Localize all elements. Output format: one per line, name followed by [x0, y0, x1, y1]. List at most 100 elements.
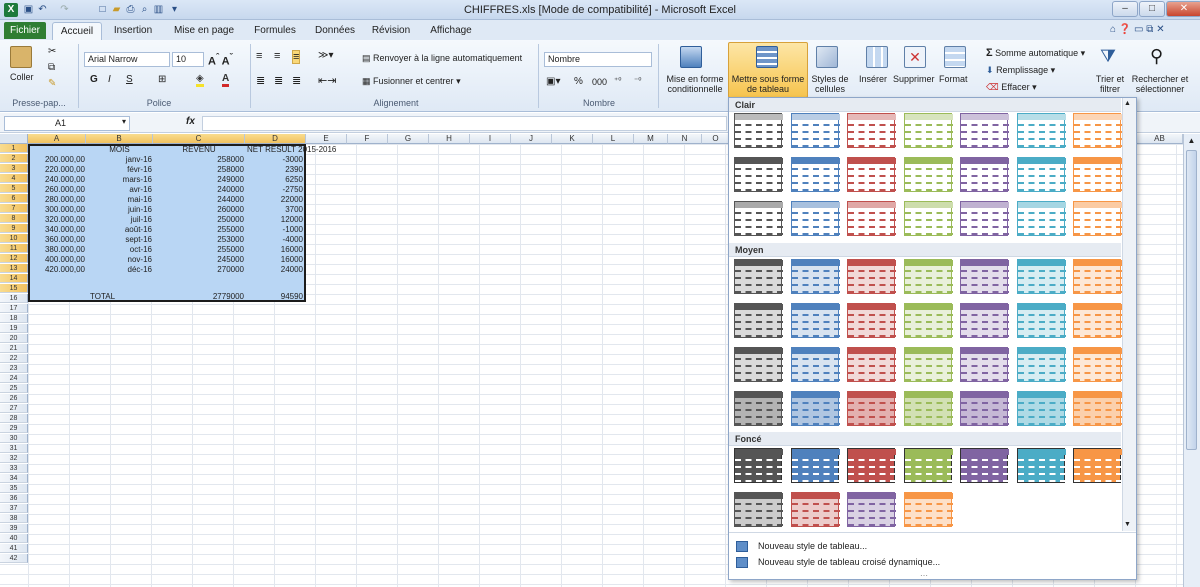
cell-c12[interactable]: 245000 [153, 255, 245, 264]
grow-font-icon[interactable]: Aˆ Aˇ [208, 52, 233, 68]
cell-a3[interactable]: 220.000,00 [28, 165, 86, 174]
table-style-dark-1-4[interactable] [903, 448, 953, 483]
table-style-medium-2-2[interactable] [790, 303, 840, 338]
cell-b4[interactable]: mars-16 [86, 175, 153, 184]
align-top-icon[interactable]: ≡ [256, 50, 262, 62]
cell-b12[interactable]: nov-16 [86, 255, 153, 264]
cell-d13[interactable]: 24000 [245, 265, 304, 274]
paste-button[interactable]: Coller [10, 72, 34, 82]
column-header-g[interactable]: G [388, 134, 429, 144]
table-style-medium-4-1[interactable] [734, 391, 783, 426]
cell-b10[interactable]: sept-16 [86, 235, 153, 244]
table-style-medium-2-3[interactable] [847, 303, 896, 338]
row-header-38[interactable]: 38 [0, 514, 28, 523]
cell-b5[interactable]: avr-16 [86, 185, 153, 194]
table-style-dark-1-1[interactable] [734, 448, 783, 483]
table-style-medium-1-3[interactable] [847, 259, 896, 294]
scroll-up-icon[interactable]: ▲ [1185, 136, 1198, 148]
tab-revision[interactable]: Révision [366, 22, 416, 40]
cell-b3[interactable]: févr-16 [86, 165, 153, 174]
table-style-medium-3-3[interactable] [847, 347, 896, 382]
row-header-10[interactable]: 10 [0, 234, 28, 243]
cell-d2[interactable]: -3000 [245, 155, 304, 164]
table-style-light-1-2[interactable] [790, 113, 840, 148]
table-style-medium-2-7[interactable] [1073, 303, 1122, 338]
table-style-light-3-4[interactable] [903, 201, 953, 236]
format-button[interactable]: Format [939, 74, 968, 84]
close-button[interactable]: ✕ [1166, 1, 1200, 17]
align-left-icon[interactable]: ≣ [256, 74, 265, 87]
align-middle-icon[interactable]: ≡ [274, 50, 280, 62]
formula-input[interactable] [202, 116, 727, 131]
row-header-26[interactable]: 26 [0, 394, 28, 403]
delete-icon[interactable]: ✕ [904, 46, 926, 68]
cell-b1-header[interactable]: MOIS [86, 145, 153, 154]
cell-a4[interactable]: 240.000,00 [28, 175, 86, 184]
column-header-h[interactable]: H [429, 134, 470, 144]
table-style-light-2-2[interactable] [790, 157, 840, 192]
copy-icon[interactable]: ⧉ [48, 62, 55, 73]
table-style-medium-4-4[interactable] [903, 391, 953, 426]
table-style-dark-2-4[interactable] [903, 492, 953, 527]
orientation-icon[interactable]: ≫▾ [318, 50, 334, 61]
delete-button[interactable]: Supprimer [893, 74, 935, 84]
cell-b9[interactable]: août-16 [86, 225, 153, 234]
table-style-light-3-3[interactable] [847, 201, 896, 236]
select-all-corner[interactable] [0, 134, 28, 144]
column-header-e[interactable]: E [306, 134, 347, 144]
cell-d11[interactable]: 16000 [245, 245, 304, 254]
column-header-f[interactable]: F [347, 134, 388, 144]
table-style-medium-2-4[interactable] [903, 303, 953, 338]
row-header-1[interactable]: 1 [0, 144, 28, 153]
minimize-button[interactable]: – [1112, 1, 1138, 17]
row-header-4[interactable]: 4 [0, 174, 28, 183]
number-format-combo[interactable]: Nombre [544, 52, 652, 67]
bold-button[interactable]: G [90, 74, 98, 85]
row-header-29[interactable]: 29 [0, 424, 28, 433]
cell-b13[interactable]: déc-16 [86, 265, 153, 274]
sort-filter-icon[interactable]: ⧩ [1100, 46, 1116, 67]
thousands-button[interactable]: 000 [592, 77, 607, 87]
cell-styles-button[interactable]: Styles de cellules [810, 74, 850, 94]
cell-b7[interactable]: juin-16 [86, 205, 153, 214]
tab-accueil[interactable]: Accueil [52, 22, 102, 40]
column-header-k[interactable]: K [552, 134, 593, 144]
insert-function-icon[interactable]: fx [186, 116, 195, 127]
conditional-format-button[interactable]: Mise en forme conditionnelle [664, 74, 726, 94]
row-header-12[interactable]: 12 [0, 254, 28, 263]
table-style-light-3-1[interactable] [734, 201, 783, 236]
sort-filter-button[interactable]: Trier et filtrer [1094, 74, 1126, 94]
table-style-medium-4-7[interactable] [1073, 391, 1122, 426]
cell-c8[interactable]: 250000 [153, 215, 245, 224]
cell-b15-total[interactable]: TOTAL [89, 292, 149, 301]
font-size-combo[interactable]: 10 [172, 52, 204, 67]
table-style-dark-2-2[interactable] [790, 492, 840, 527]
table-style-light-1-4[interactable] [903, 113, 953, 148]
cell-d3[interactable]: 2390 [245, 165, 304, 174]
row-header-5[interactable]: 5 [0, 184, 28, 193]
align-right-icon[interactable]: ≣ [292, 74, 301, 87]
cell-c15-total[interactable]: 2779000 [153, 292, 245, 301]
column-header-ab[interactable]: AB [1137, 134, 1183, 144]
borders-icon[interactable]: ⊞ [158, 74, 166, 85]
cell-c6[interactable]: 244000 [153, 195, 245, 204]
table-style-dark-1-3[interactable] [847, 448, 896, 483]
table-style-light-1-3[interactable] [847, 113, 896, 148]
table-style-medium-4-2[interactable] [790, 391, 840, 426]
tab-fichier[interactable]: Fichier [4, 22, 46, 39]
table-style-dark-2-1[interactable] [734, 492, 783, 527]
cell-d8[interactable]: 12000 [245, 215, 304, 224]
row-header-30[interactable]: 30 [0, 434, 28, 443]
table-style-light-2-3[interactable] [847, 157, 896, 192]
table-style-light-2-5[interactable] [960, 157, 1009, 192]
cell-c11[interactable]: 255000 [153, 245, 245, 254]
table-style-medium-4-5[interactable] [960, 391, 1009, 426]
find-select-button[interactable]: Rechercher et sélectionner [1128, 74, 1192, 94]
underline-button[interactable]: S [126, 74, 133, 85]
format-painter-icon[interactable]: ✎ [48, 78, 56, 89]
cell-d5[interactable]: -2750 [245, 185, 304, 194]
table-style-light-1-7[interactable] [1073, 113, 1122, 148]
name-box-dropdown-icon[interactable]: ▾ [122, 117, 126, 126]
row-header-2[interactable]: 2 [0, 154, 28, 163]
row-header-28[interactable]: 28 [0, 414, 28, 423]
